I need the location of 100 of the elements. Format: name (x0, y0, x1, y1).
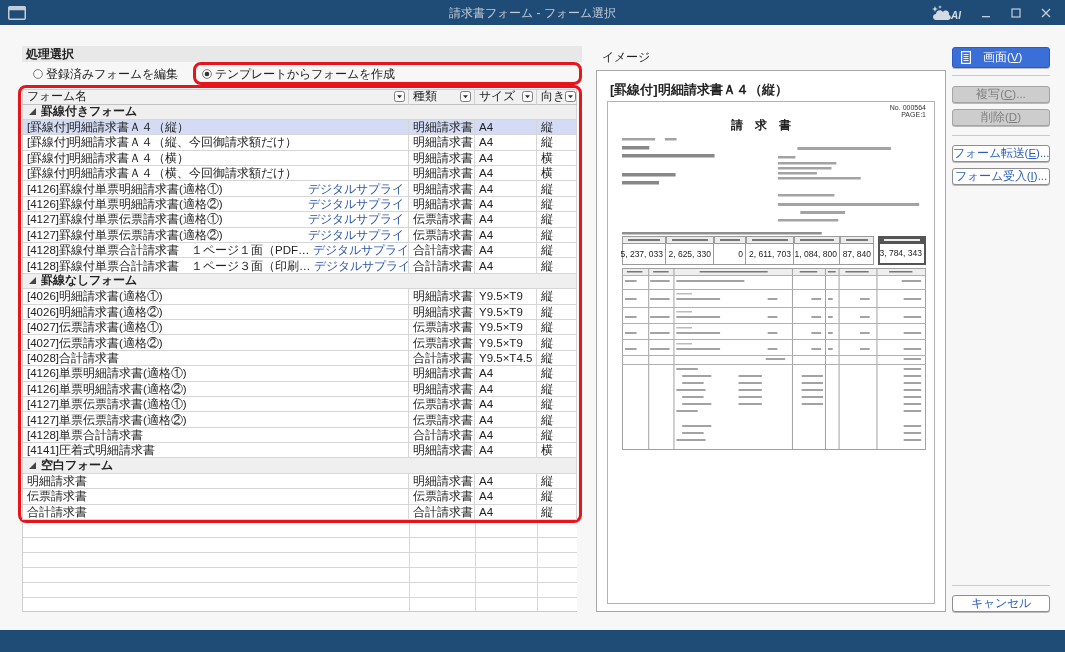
vendor-label: デジタルサプライ (313, 258, 411, 273)
table-cell: 縦 (537, 258, 577, 274)
group-row[interactable]: 空白フォーム (22, 458, 577, 474)
amount-cell: 2, 611, 703 (746, 244, 794, 265)
radio-option[interactable]: 登録済みフォームを編集 (33, 64, 178, 83)
side-button[interactable]: キャンセル (952, 595, 1050, 612)
table-cell: 伝票請求書 (22, 489, 409, 505)
table-cell: 縦 (537, 412, 577, 428)
view-button[interactable]: 画面(V) (952, 47, 1050, 68)
table-cell: 縦 (537, 212, 577, 228)
form-name: [4126]罫線付単票明細請求書(適格②) (27, 197, 223, 212)
table-row[interactable]: 伝票請求書 伝票請求書 A4 縦 (22, 489, 577, 505)
table-cell: A4 (475, 135, 537, 151)
table-cell: Y9.5×T9 (475, 335, 537, 351)
vendor-label: デジタルサプライ (307, 212, 404, 227)
table-cell: 縦 (537, 489, 577, 505)
table-cell: [4127]単票伝票請求書(適格②) (22, 412, 409, 428)
table-cell: A4 (475, 258, 537, 274)
expand-triangle-icon[interactable] (29, 462, 36, 470)
vendor-label: デジタルサプライ (307, 181, 404, 196)
maximize-icon[interactable] (1011, 7, 1021, 18)
table-cell: 明細請求書 (409, 381, 475, 397)
vendor-label: デジタルサプライ (307, 197, 404, 212)
column-header[interactable]: 種類 (409, 89, 475, 105)
filter-dropdown-icon[interactable] (565, 91, 576, 103)
form-name: [4127]罫線付単票伝票請求書(適格②) (27, 227, 223, 242)
table-cell: A4 (475, 181, 537, 197)
form-name: [4127]罫線付単票伝票請求書(適格①) (27, 212, 223, 227)
amount-cell: 87, 840 (840, 244, 874, 265)
expand-triangle-icon[interactable] (29, 277, 36, 285)
table-cell: 伝票請求書 (409, 335, 475, 351)
table-row[interactable]: [4141]圧着式明細請求書 明細請求書 A4 横 (22, 443, 577, 459)
column-header[interactable]: フォーム名 (22, 89, 409, 105)
amount-cell: 3, 784, 343 (878, 244, 926, 265)
group-label: 罫線付きフォーム (41, 104, 137, 120)
radio-icon[interactable] (202, 68, 212, 79)
table-row[interactable]: [4127]単票伝票請求書(適格②) 伝票請求書 A4 縦 (22, 412, 577, 428)
table-cell: 縦 (537, 335, 577, 351)
group-label: 罫線なしフォーム (41, 273, 137, 289)
group-label: 空白フォーム (41, 457, 113, 474)
table-cell: 合計請求書 (409, 504, 475, 521)
filter-dropdown-icon[interactable] (522, 91, 533, 103)
table-cell: [4126]単票明細請求書(適格①) (22, 366, 409, 382)
column-header[interactable]: 向き (537, 89, 577, 105)
table-cell: [4126]単票明細請求書(適格②) (22, 381, 409, 397)
table-cell: 合計請求書 (22, 504, 409, 521)
column-header[interactable]: サイズ (475, 89, 537, 105)
table-row[interactable]: [4128]罫線付単票合計請求書 １ページ１面（PDF… デジタルサプライ 合計請求書 A4 縦 (22, 243, 577, 259)
table-cell: [4027]伝票請求書(適格②) (22, 335, 409, 351)
table-cell: 縦 (537, 504, 577, 521)
table-row[interactable]: [4126]罫線付単票明細請求書(適格①) デジタルサプライ 明細請求書 A4 縦 (22, 181, 577, 197)
close-icon[interactable] (1041, 7, 1051, 18)
amount-cell: 1, 084, 800 (794, 244, 840, 265)
table-cell: A4 (475, 381, 537, 397)
table-cell: 伝票請求書 (409, 212, 475, 228)
filter-dropdown-icon[interactable] (394, 91, 405, 103)
preview-title: [罫線付]明細請求書Ａ４（縦） (609, 81, 789, 99)
table-cell: 明細請求書 (409, 289, 475, 305)
table-cell: [4026]明細請求書(適格②) (22, 304, 409, 320)
radio-icon[interactable] (33, 68, 43, 79)
form-name: [4128]罫線付単票合計請求書 １ページ１面（PDF… (27, 243, 310, 258)
table-cell: 伝票請求書 (409, 412, 475, 428)
section-heading: 処理選択 (22, 46, 582, 62)
table-cell: 縦 (537, 181, 577, 197)
expand-triangle-icon[interactable] (29, 108, 36, 116)
table-cell: 合計請求書 (409, 258, 475, 274)
table-cell: A4 (475, 489, 537, 505)
vendor-label: デジタルサプライ (312, 243, 410, 258)
table-cell: 縦 (537, 381, 577, 397)
table-row[interactable]: [4127]罫線付単票伝票請求書(適格①) デジタルサプライ 伝票請求書 A4 縦 (22, 212, 577, 228)
vendor-label: デジタルサプライ (307, 227, 404, 242)
invoice-heading: 請 求 書 (730, 118, 792, 134)
form-name: [4126]罫線付単票明細請求書(適格①) (27, 181, 223, 196)
table-cell: [4026]明細請求書(適格①) (22, 289, 409, 305)
side-button[interactable]: フォーム受入(I)... (952, 168, 1050, 185)
table-cell: A4 (475, 504, 537, 521)
table-cell: Y9.5×T9 (475, 289, 537, 305)
table-row[interactable]: [4027]伝票請求書(適格②) 伝票請求書 Y9.5×T9 縦 (22, 335, 577, 351)
table-cell: A4 (475, 366, 537, 382)
table-cell: 明細請求書 (409, 304, 475, 320)
table-cell: 縦 (537, 304, 577, 320)
table-row[interactable]: [4128]罫線付単票合計請求書 １ページ３面（印刷… デジタルサプライ 合計請求書 A4 縦 (22, 258, 577, 274)
filter-dropdown-icon[interactable] (460, 91, 471, 103)
document-icon (961, 51, 971, 64)
side-button[interactable]: フォーム転送(E)... (952, 145, 1050, 162)
table-cell: 明細請求書 (409, 135, 475, 151)
window-icon (8, 5, 26, 20)
table-row[interactable]: [罫線付]明細請求書Ａ４（縦、今回御請求額だけ） 明細請求書 A4 縦 (22, 135, 577, 151)
table-row[interactable]: [4126]単票明細請求書(適格①) 明細請求書 A4 縦 (22, 366, 577, 382)
table-cell: 縦 (537, 135, 577, 151)
table-row[interactable]: [罫線付]明細請求書Ａ４（横、今回御請求額だけ） 明細請求書 A4 横 (22, 166, 577, 182)
window-title: 請求書フォーム - フォーム選択 (449, 4, 616, 22)
amount-cell: 2, 625, 330 (666, 244, 714, 265)
amount-cell: 5, 237, 033 (622, 244, 666, 265)
table-row[interactable]: [4026]明細請求書(適格①) 明細請求書 Y9.5×T9 縦 (22, 289, 577, 305)
logo-text: AI (951, 10, 961, 21)
table-cell: 縦 (537, 366, 577, 382)
table-cell: [罫線付]明細請求書Ａ４（縦、今回御請求額だけ） (22, 135, 409, 151)
radio-option[interactable]: テンプレートからフォームを作成 (202, 64, 395, 83)
table-cell: 明細請求書 (409, 366, 475, 382)
